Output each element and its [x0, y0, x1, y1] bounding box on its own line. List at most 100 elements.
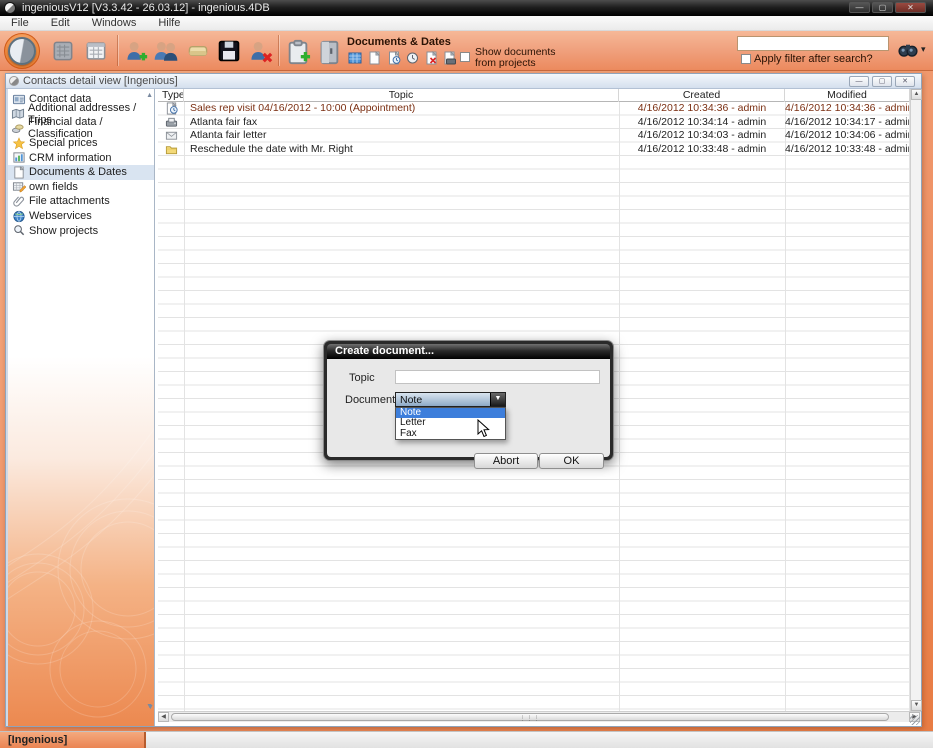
- status-label: [Ingenious]: [0, 732, 146, 748]
- cell-created: 4/16/2012 10:34:14 - admin: [619, 116, 785, 130]
- sidebar-item-file-attachments[interactable]: File attachments: [8, 194, 154, 209]
- menu-file[interactable]: File: [0, 17, 40, 29]
- table-row[interactable]: Reschedule the date with Mr. Right4/16/2…: [158, 143, 910, 157]
- cell-created: 4/16/2012 10:34:03 - admin: [619, 129, 785, 143]
- contacts-icon[interactable]: [153, 39, 179, 65]
- eraser-icon[interactable]: [186, 41, 210, 61]
- scroll-down-icon[interactable]: ▼: [911, 700, 922, 711]
- toolbar-separator: [278, 35, 279, 66]
- close-button[interactable]: ✕: [895, 2, 926, 13]
- child-minimize-button[interactable]: —: [849, 76, 869, 87]
- contacts-detail-window: Contacts detail view [Ingenious] — ▢ ✕: [5, 73, 922, 727]
- dialog-titlebar[interactable]: Create document...: [327, 344, 610, 359]
- cell-modified: 4/16/2012 10:34:36 - admin: [785, 102, 909, 116]
- document-icon: [11, 166, 26, 179]
- sidebar-item-documents-dates[interactable]: Documents & Dates: [8, 165, 154, 180]
- horizontal-scrollbar[interactable]: ◀ ▶ ⋮⋮⋮: [158, 711, 921, 722]
- table-row[interactable]: Atlanta fair letter4/16/2012 10:34:03 - …: [158, 129, 910, 143]
- sidebar-scroll-up-icon[interactable]: ▲: [146, 92, 153, 99]
- crm-chart-icon: [11, 151, 26, 164]
- save-icon[interactable]: [216, 39, 242, 63]
- toolbar-separator: [117, 35, 118, 66]
- hscroll-thumb[interactable]: ⋮⋮⋮: [171, 713, 889, 721]
- document-label: Document: [345, 394, 395, 406]
- apply-filter-label: Apply filter after search?: [754, 53, 873, 65]
- main-toolbar: Documents & Dates Show documents from pr…: [0, 31, 933, 71]
- recurring-appointment-icon[interactable]: [405, 51, 420, 65]
- dropdown-value: Note: [400, 394, 422, 406]
- menu-windows[interactable]: Windows: [81, 17, 148, 29]
- document-dropdown[interactable]: Note ▼: [395, 392, 506, 407]
- new-appointment-icon[interactable]: [386, 51, 402, 65]
- os-titlebar: ingeniousV12 [V3.3.42 - 26.03.12] - inge…: [0, 0, 933, 16]
- fax-icon: [164, 116, 179, 129]
- own-fields-icon: [11, 180, 26, 193]
- status-bar: [Ingenious]: [0, 731, 933, 748]
- search-options-caret-icon[interactable]: ▾: [921, 44, 926, 55]
- column-header-modified[interactable]: Modified: [785, 89, 910, 102]
- column-header-type[interactable]: Type: [158, 89, 184, 102]
- star-icon: [11, 137, 26, 150]
- sidebar-item-crm-information[interactable]: CRM information: [8, 150, 154, 165]
- sidebar-item-label: File attachments: [29, 195, 110, 207]
- scroll-left-icon[interactable]: ◀: [158, 712, 169, 722]
- show-documents-label: Show documents from projects: [475, 47, 556, 69]
- app-logo-icon: [4, 2, 16, 14]
- resize-grip[interactable]: [910, 715, 920, 725]
- appointment-icon: [164, 102, 179, 115]
- sidebar-item-special-prices[interactable]: Special prices: [8, 136, 154, 151]
- table-row[interactable]: Sales rep visit 04/16/2012 - 10:00 (Appo…: [158, 102, 910, 116]
- cell-topic: Atlanta fair fax: [190, 116, 617, 130]
- column-header-created[interactable]: Created: [619, 89, 785, 102]
- sidebar-item-webservices[interactable]: Webservices: [8, 209, 154, 224]
- column-header-topic[interactable]: Topic: [184, 89, 619, 102]
- menu-hilfe[interactable]: Hilfe: [147, 17, 191, 29]
- abort-button[interactable]: Abort: [474, 453, 538, 469]
- list-view-icon[interactable]: [50, 40, 76, 62]
- thumb-grip: ⋮⋮⋮: [520, 715, 541, 722]
- child-titlebar[interactable]: Contacts detail view [Ingenious] — ▢ ✕: [6, 74, 921, 89]
- minimize-button[interactable]: —: [849, 2, 870, 13]
- dropdown-arrow-icon[interactable]: ▼: [490, 393, 505, 406]
- maximize-button[interactable]: ▢: [872, 2, 893, 13]
- archive-icon[interactable]: [316, 39, 342, 65]
- child-maximize-button[interactable]: ▢: [872, 76, 892, 87]
- table-row[interactable]: Atlanta fair fax4/16/2012 10:34:14 - adm…: [158, 116, 910, 130]
- binoculars-search-icon[interactable]: [896, 39, 920, 59]
- calendar-view-icon[interactable]: [83, 40, 109, 62]
- cell-topic: Atlanta fair letter: [190, 129, 617, 143]
- globe-icon: [11, 210, 26, 223]
- sidebar-item-label: Documents & Dates: [29, 166, 127, 178]
- ok-button[interactable]: OK: [539, 453, 604, 469]
- sidebar-item-show-projects[interactable]: Show projects: [8, 223, 154, 238]
- vertical-scrollbar[interactable]: ▲ ▼: [910, 89, 921, 711]
- show-documents-checkbox[interactable]: [460, 52, 470, 62]
- cell-created: 4/16/2012 10:34:36 - admin: [619, 102, 785, 116]
- apply-filter-checkbox[interactable]: [741, 54, 751, 64]
- sidebar-item-label: Show projects: [29, 225, 98, 237]
- child-close-button[interactable]: ✕: [895, 76, 915, 87]
- delete-contact-icon[interactable]: [247, 39, 273, 65]
- cell-modified: 4/16/2012 10:34:17 - admin: [785, 116, 909, 130]
- topic-input[interactable]: [395, 370, 600, 384]
- search-input[interactable]: [737, 36, 889, 51]
- new-document-icon[interactable]: [367, 51, 382, 65]
- sidebar-item-own-fields[interactable]: own fields: [8, 180, 154, 195]
- print-document-icon[interactable]: [442, 51, 457, 65]
- application-window: ingeniousV12 [V3.3.42 - 26.03.12] - inge…: [0, 0, 933, 748]
- toolbar-group-label: Documents & Dates: [347, 36, 451, 48]
- magnifier-icon: [11, 224, 26, 237]
- sidebar-item-financial-data-classification[interactable]: Financial data / Classification: [8, 121, 154, 136]
- table-blue-icon[interactable]: [347, 51, 363, 65]
- addresses-icon: [11, 107, 25, 120]
- scroll-up-icon[interactable]: ▲: [911, 89, 922, 100]
- new-clipboard-icon[interactable]: [285, 39, 311, 65]
- sidebar: Contact dataAdditional addresses / Trips…: [8, 89, 155, 726]
- create-document-dialog: Create document... Topic Document Note ▼…: [323, 340, 614, 461]
- child-window-icon: [9, 76, 19, 86]
- add-contact-icon[interactable]: [123, 39, 149, 65]
- delete-document-icon[interactable]: [424, 51, 439, 65]
- menu-edit[interactable]: Edit: [40, 17, 81, 29]
- ingenious-logo-icon[interactable]: [8, 37, 36, 65]
- sidebar-bottom-scroll-icon[interactable]: ▼: [147, 704, 154, 711]
